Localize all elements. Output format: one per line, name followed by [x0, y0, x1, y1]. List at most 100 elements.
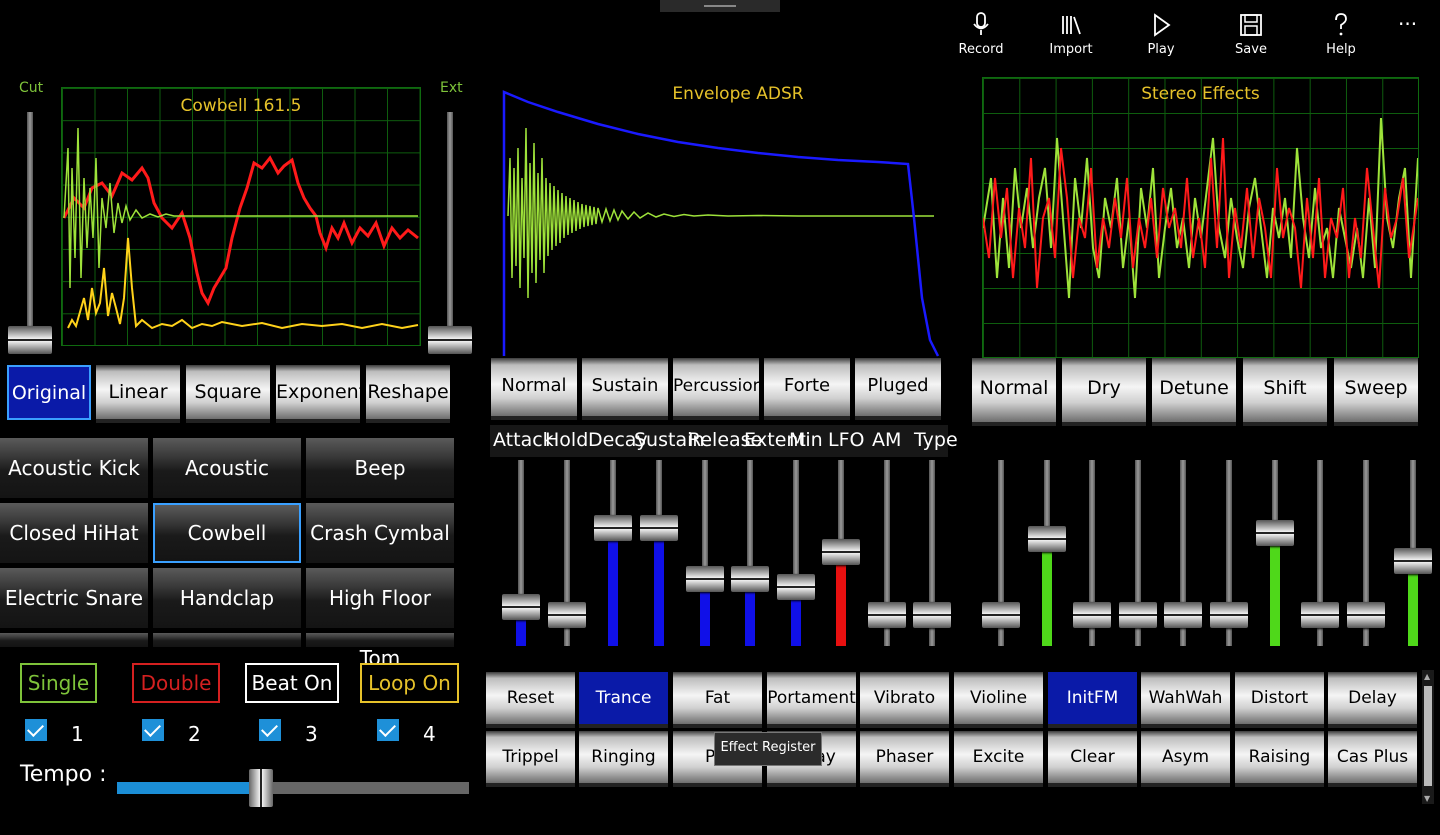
stereo-plot	[983, 117, 1418, 299]
stereo-slider-7-thumb[interactable]	[1256, 520, 1294, 546]
instrument-cowbell[interactable]: Cowbell	[153, 503, 301, 563]
envelope-decay-slider-thumb[interactable]	[594, 515, 632, 541]
effect-fat-button[interactable]: Fat	[673, 672, 762, 728]
envelope-attack-slider-thumb[interactable]	[502, 594, 540, 620]
stereo-slider-6-thumb[interactable]	[1210, 602, 1248, 628]
stereo-slider-1-thumb[interactable]	[982, 602, 1020, 628]
instrument-closed-hihat[interactable]: Closed HiHat	[0, 503, 148, 563]
stereo-slider-10-thumb[interactable]	[1394, 548, 1432, 574]
effect-distort-button[interactable]: Distort	[1235, 672, 1324, 728]
instrument-handclap[interactable]: Handclap	[153, 568, 301, 628]
play-label: Play	[1147, 42, 1175, 57]
checkbox-2[interactable]	[142, 719, 164, 741]
envelope-sustain-slider-thumb[interactable]	[640, 515, 678, 541]
stereo-slider-2-thumb[interactable]	[1028, 526, 1066, 552]
wave-tab-reshape[interactable]: Reshape	[366, 365, 450, 423]
instrument-acoustic-kick[interactable]: Acoustic Kick	[0, 438, 148, 498]
ext-slider-track[interactable]	[447, 112, 453, 344]
tempo-slider-thumb[interactable]	[249, 769, 273, 807]
stereo-mode-dry[interactable]: Dry	[1062, 358, 1146, 426]
effect-asym-tune-button[interactable]: Asym Tune	[1141, 731, 1230, 819]
instrument-acoustic-snare[interactable]: Acoustic Snare	[153, 438, 301, 540]
checkbox-4-label: 4	[423, 722, 436, 746]
stereo-slider-8-thumb[interactable]	[1301, 602, 1339, 628]
envelope-mode-normal[interactable]: Normal	[491, 358, 577, 420]
checkbox-4[interactable]	[377, 719, 399, 741]
envelope-hold-slider-thumb[interactable]	[548, 602, 586, 628]
record-button[interactable]: Record	[946, 10, 1016, 66]
envelope-am-slider-thumb[interactable]	[868, 602, 906, 628]
record-label: Record	[958, 42, 1004, 57]
scroll-down-icon[interactable]: ▼	[1424, 794, 1430, 803]
effect-initfm-button[interactable]: InitFM	[1048, 672, 1137, 728]
effect-trance-button[interactable]: Trance	[579, 672, 668, 728]
effect-wahwah-button[interactable]: WahWah	[1141, 672, 1230, 728]
wave-tab-original[interactable]: Original	[7, 365, 91, 420]
loop-on-option[interactable]: Loop On	[360, 663, 459, 703]
envelope-mode-sustain[interactable]: Sustain	[582, 358, 668, 420]
instrument-electric-snare[interactable]: Electric Snare	[0, 568, 148, 628]
stereo-slider-3-thumb[interactable]	[1073, 602, 1111, 628]
stereo-mode-detune[interactable]: Detune	[1152, 358, 1236, 426]
envelope-type-slider-thumb[interactable]	[913, 602, 951, 628]
double-option[interactable]: Double	[132, 663, 220, 703]
stereo-slider-9-thumb[interactable]	[1347, 602, 1385, 628]
effect-delay-button[interactable]: Delay	[1328, 672, 1417, 728]
wave-tab-square[interactable]: Square	[186, 365, 270, 423]
effect-excite-button[interactable]: Excite	[954, 731, 1043, 787]
wave-tab-exponent[interactable]: Exponent	[276, 365, 366, 423]
ext-slider-thumb[interactable]	[428, 326, 472, 354]
stereo-mode-normal[interactable]: Normal	[972, 358, 1056, 426]
effect-reset-button[interactable]: Reset	[486, 672, 575, 728]
single-option[interactable]: Single	[20, 663, 97, 703]
effect-phaser-button[interactable]: Phaser	[860, 731, 949, 787]
wave-tab-linear[interactable]: Linear	[96, 365, 180, 423]
checkbox-1[interactable]	[25, 719, 47, 741]
envelope-mode-forte[interactable]: Forte	[764, 358, 850, 420]
tempo-slider-track[interactable]	[273, 782, 469, 794]
import-label: Import	[1049, 42, 1093, 57]
effects-scrollbar-thumb[interactable]	[1424, 686, 1432, 786]
stereo-mode-sweep[interactable]: Sweep	[1334, 358, 1418, 426]
envelope-min-slider-thumb[interactable]	[777, 574, 815, 600]
effect-ringing-button[interactable]: Ringing	[579, 731, 668, 787]
more-options-button[interactable]: ···	[1398, 12, 1417, 36]
envelope-extent-slider-fill	[745, 586, 755, 646]
cut-slider-thumb[interactable]	[8, 326, 52, 354]
effect-raising-button[interactable]: Raising	[1235, 731, 1324, 787]
envelope-decay-slider-fill	[608, 535, 618, 646]
stereo-mode-shift[interactable]: Shift	[1243, 358, 1327, 426]
save-button[interactable]: Save	[1216, 10, 1286, 66]
save-label: Save	[1235, 42, 1267, 57]
envelope-lfo-slider-thumb[interactable]	[822, 539, 860, 565]
help-button[interactable]: Help	[1306, 10, 1376, 66]
waveform-scope: Cowbell 161.5	[61, 87, 421, 346]
effect-violine-button[interactable]: Violine	[954, 672, 1043, 728]
checkbox-3[interactable]	[259, 719, 281, 741]
effect-vibrato-button[interactable]: Vibrato	[860, 672, 949, 728]
stereo-slider-5-thumb[interactable]	[1164, 602, 1202, 628]
effect-portament-button[interactable]: Portament	[767, 672, 856, 728]
envelope-lfo-slider-fill	[836, 559, 846, 646]
envelope-sustain-slider-fill	[654, 535, 664, 646]
effect-clear-beat-button[interactable]: Clear Beat	[1048, 731, 1137, 819]
scroll-up-icon[interactable]: ▲	[1424, 672, 1430, 681]
instrument-high-floor-tom[interactable]: High Floor Tom	[306, 568, 454, 670]
tempo-slider-fill[interactable]	[117, 782, 253, 794]
cut-slider-track[interactable]	[27, 112, 33, 344]
envelope-release-slider-thumb[interactable]	[686, 566, 724, 592]
effect-cas-plus-button[interactable]: Cas Plus	[1328, 731, 1417, 787]
instrument-beep[interactable]: Beep	[306, 438, 454, 498]
title-drag-handle[interactable]	[660, 0, 780, 12]
beat-on-option[interactable]: Beat On	[245, 663, 339, 703]
instrument-crash-cymbal-1[interactable]: Crash Cymbal 1	[306, 503, 454, 605]
envelope-mode-percussion[interactable]: Percussion	[673, 358, 763, 420]
play-button[interactable]: Play	[1126, 10, 1196, 66]
effect-trippel-button[interactable]: Trippel	[486, 731, 575, 787]
envelope-mode-pluged[interactable]: Pluged	[855, 358, 941, 420]
import-button[interactable]: Import	[1036, 10, 1106, 66]
stereo-slider-4-thumb[interactable]	[1119, 602, 1157, 628]
instrument-row-partial	[306, 633, 454, 647]
envelope-extent-slider-thumb[interactable]	[731, 566, 769, 592]
effect-register-tooltip: Effect Register	[714, 732, 822, 766]
